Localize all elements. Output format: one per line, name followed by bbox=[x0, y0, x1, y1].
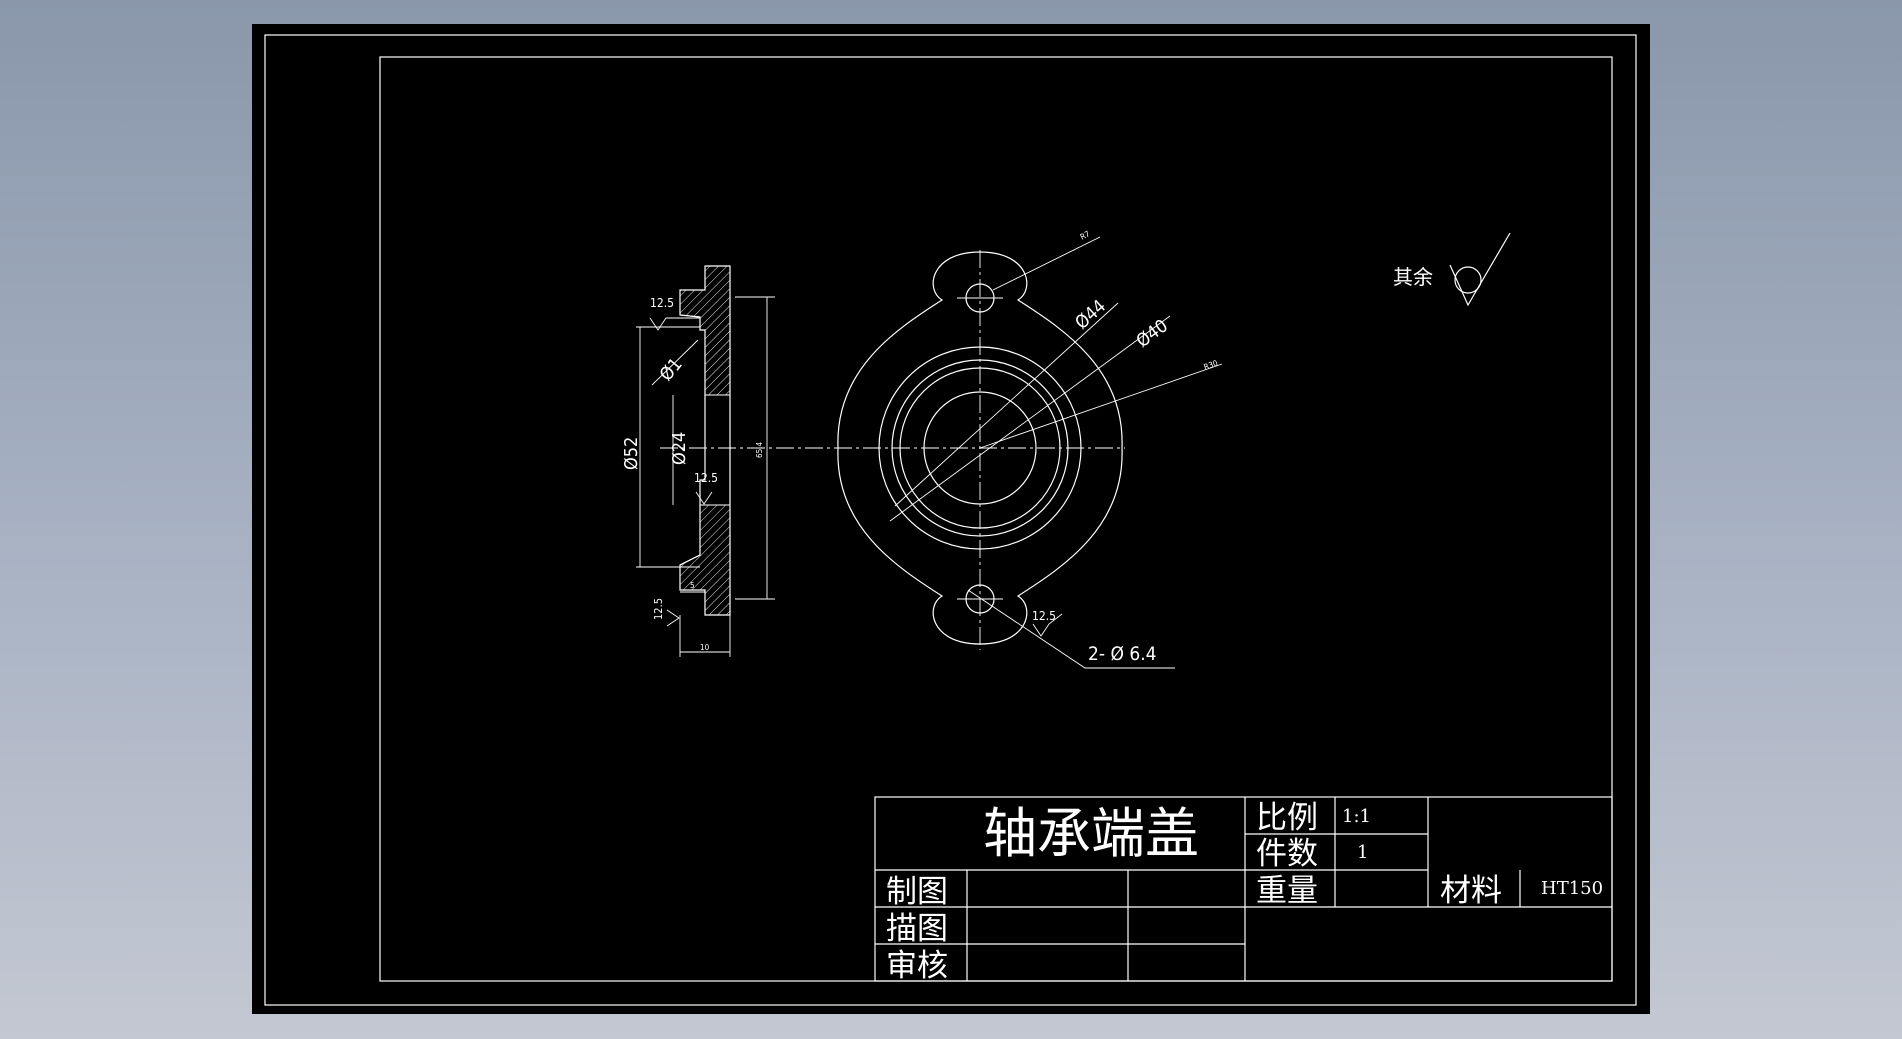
dim-d52: Ø52 bbox=[621, 437, 642, 470]
scale-label: 比例 bbox=[1256, 800, 1318, 836]
roughness-value-mid: 12.5 bbox=[694, 471, 718, 485]
dim-thickness: 10 bbox=[700, 643, 710, 652]
scale-value: 1:1 bbox=[1342, 806, 1371, 827]
dim-step: 5 bbox=[690, 581, 695, 590]
traced-label: 描图 bbox=[886, 911, 948, 947]
quantity-value: 1 bbox=[1357, 842, 1368, 863]
roughness-value-front: 12.5 bbox=[1032, 609, 1056, 623]
quantity-label: 件数 bbox=[1256, 836, 1318, 872]
checked-label: 审核 bbox=[886, 948, 948, 984]
material-label: 材料 bbox=[1440, 873, 1502, 909]
roughness-value-bottom: 12.5 bbox=[652, 598, 665, 620]
part-name: 轴承端盖 bbox=[983, 802, 1199, 865]
weight-label: 重量 bbox=[1256, 873, 1318, 909]
drawing-sheet bbox=[252, 24, 1650, 1014]
dim-holes: 2- Ø 6.4 bbox=[1088, 643, 1157, 665]
drawn-label: 制图 bbox=[886, 874, 948, 910]
roughness-other-label: 其余 bbox=[1393, 265, 1433, 289]
dim-height: 65.4 bbox=[755, 442, 764, 458]
cad-drawing-canvas: Ø52 Ø24 Ø1 65.4 10 5 12.5 12.5 12.5 R7 Ø… bbox=[252, 24, 1650, 1014]
roughness-value-top: 12.5 bbox=[650, 296, 674, 310]
material-value: HT150 bbox=[1541, 878, 1603, 899]
dim-d24: Ø24 bbox=[669, 432, 690, 465]
